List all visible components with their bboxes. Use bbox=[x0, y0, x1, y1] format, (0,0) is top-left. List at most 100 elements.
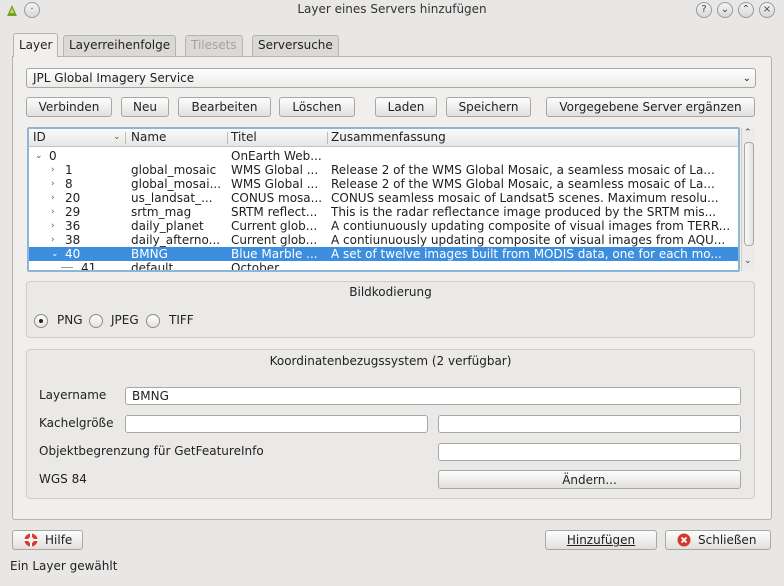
column-header-title[interactable]: Titel bbox=[229, 129, 324, 147]
cell-name: us_landsat_... bbox=[131, 191, 213, 205]
delete-button[interactable]: Löschen bbox=[279, 97, 355, 117]
cell-title: October bbox=[231, 261, 280, 272]
cell-name: srtm_mag bbox=[131, 205, 192, 219]
column-divider[interactable] bbox=[227, 132, 228, 144]
radio-tiff[interactable] bbox=[146, 314, 160, 328]
expand-closed-icon[interactable]: › bbox=[51, 219, 55, 233]
cell-id: 8 bbox=[65, 177, 73, 191]
radio-dot bbox=[39, 319, 43, 323]
new-button[interactable]: Neu bbox=[121, 97, 169, 117]
layer-tree-row[interactable]: › 29 srtm_mag SRTM reflect... This is the ra… bbox=[29, 205, 738, 219]
cell-title: WMS Global ... bbox=[231, 163, 319, 177]
featureinfo-label: Objektbegrenzung für GetFeatureInfo bbox=[39, 444, 264, 458]
layer-tree-scrollbar[interactable]: ⌃ ⌄ bbox=[741, 128, 755, 271]
column-divider[interactable] bbox=[125, 132, 126, 144]
radio-jpeg[interactable] bbox=[89, 314, 103, 328]
layer-tree[interactable]: ID ⌄ Name Titel Zusammenfassung ⌄ 0 OnEart… bbox=[27, 127, 740, 272]
cell-abstract: Release 2 of the WMS Global Mosaic, a se… bbox=[331, 163, 715, 177]
minimize-icon[interactable]: ⌄ bbox=[717, 2, 733, 18]
layername-label: Layername bbox=[39, 388, 107, 402]
column-header-abstract[interactable]: Zusammenfassung bbox=[329, 129, 729, 147]
crs-group-title: Koordinatenbezugssystem (2 verfügbar) bbox=[269, 354, 512, 368]
layer-tree-row[interactable]: ⌄ 0 OnEarth Web... bbox=[29, 149, 738, 163]
cell-name: BMNG bbox=[131, 247, 168, 261]
cell-id: 0 bbox=[49, 149, 57, 163]
cell-title: Current glob... bbox=[231, 233, 318, 247]
layername-input[interactable]: BMNG bbox=[125, 387, 741, 405]
cell-id: 29 bbox=[65, 205, 81, 219]
layer-tree-row[interactable]: › 36 daily_planet Current glob... A contiunu… bbox=[29, 219, 738, 233]
tab-layer[interactable]: Layer bbox=[13, 33, 59, 57]
expand-closed-icon[interactable]: › bbox=[51, 163, 55, 177]
tab-layer-order[interactable]: Layerreihenfolge bbox=[63, 35, 177, 56]
layer-tree-row[interactable]: › 38 daily_afterno... Current glob... A cont… bbox=[29, 233, 738, 247]
help-icon[interactable]: ? bbox=[696, 2, 712, 18]
cell-abstract: This is the radar reflectance image prod… bbox=[331, 205, 717, 219]
layer-tree-header: ID ⌄ Name Titel Zusammenfassung bbox=[29, 129, 738, 147]
expand-open-icon[interactable]: ⌄ bbox=[51, 247, 59, 261]
help-lifebuoy-icon bbox=[23, 532, 39, 548]
close-icon bbox=[677, 533, 691, 547]
expand-closed-icon[interactable]: › bbox=[51, 233, 55, 247]
layer-tree-row[interactable]: 41 default October bbox=[29, 261, 738, 272]
close-button[interactable]: Schließen bbox=[665, 530, 771, 550]
layer-tree-row[interactable]: › 20 us_landsat_... CONUS mosa... CONUS seam… bbox=[29, 191, 738, 205]
expand-open-icon[interactable]: ⌄ bbox=[35, 149, 43, 163]
save-button[interactable]: Speichern bbox=[446, 97, 531, 117]
tilesize-input-1[interactable] bbox=[125, 415, 428, 433]
radio-jpeg-label[interactable]: JPEG bbox=[111, 313, 139, 327]
load-button[interactable]: Laden bbox=[375, 97, 437, 117]
cell-abstract: A contiunuously updating composite of vi… bbox=[331, 233, 726, 247]
cell-id: 36 bbox=[65, 219, 81, 233]
change-crs-button[interactable]: Ändern... bbox=[438, 470, 741, 489]
tab-server-search[interactable]: Serversuche bbox=[252, 35, 339, 56]
tilesize-input-2[interactable] bbox=[438, 415, 741, 433]
cell-name: daily_planet bbox=[131, 219, 204, 233]
close-button-label: Schließen bbox=[698, 533, 757, 547]
layer-tree-row[interactable]: › 1 global_mosaic WMS Global ... Release 2 o… bbox=[29, 163, 738, 177]
crs-name-label: WGS 84 bbox=[39, 472, 87, 486]
cell-name: daily_afterno... bbox=[131, 233, 221, 247]
window-title: Layer eines Servers hinzufügen bbox=[297, 2, 487, 16]
cell-id: 41 bbox=[81, 261, 97, 272]
expand-closed-icon[interactable]: › bbox=[51, 177, 55, 191]
featureinfo-input[interactable] bbox=[438, 443, 741, 461]
column-header-id[interactable]: ID ⌄ bbox=[31, 129, 121, 147]
cell-title: CONUS mosa... bbox=[231, 191, 323, 205]
cell-abstract: Release 2 of the WMS Global Mosaic, a se… bbox=[331, 177, 715, 191]
cell-id: 20 bbox=[65, 191, 81, 205]
cell-id: 1 bbox=[65, 163, 73, 177]
scroll-down-icon[interactable]: ⌄ bbox=[744, 256, 752, 266]
expand-closed-icon[interactable]: › bbox=[51, 191, 55, 205]
help-button[interactable]: Hilfe bbox=[12, 530, 83, 550]
encoding-group-title: Bildkodierung bbox=[349, 285, 432, 299]
cell-id: 40 bbox=[65, 247, 81, 261]
tab-tilesets: Tilesets bbox=[185, 35, 243, 56]
close-window-icon[interactable]: × bbox=[759, 2, 775, 18]
scroll-up-icon[interactable]: ⌃ bbox=[744, 128, 752, 138]
cell-abstract: A contiunuously updating composite of vi… bbox=[331, 219, 731, 233]
layer-tree-row[interactable]: › 8 global_mosai... WMS Global ... Release 2… bbox=[29, 177, 738, 191]
tilesize-label: Kachelgröße bbox=[39, 416, 114, 430]
connect-button[interactable]: Verbinden bbox=[26, 97, 112, 117]
maximize-icon[interactable]: ⌃ bbox=[738, 2, 754, 18]
encoding-group: Bildkodierung bbox=[26, 281, 755, 338]
help-button-label: Hilfe bbox=[45, 533, 73, 547]
edit-button[interactable]: Bearbeiten bbox=[178, 97, 271, 117]
radio-png-label[interactable]: PNG bbox=[57, 313, 83, 327]
server-select-value: JPL Global Imagery Service bbox=[33, 71, 195, 85]
server-select[interactable]: JPL Global Imagery Service ⌄ bbox=[26, 68, 756, 88]
cell-title: Current glob... bbox=[231, 219, 318, 233]
column-header-name[interactable]: Name bbox=[129, 129, 224, 147]
radio-png[interactable] bbox=[34, 314, 48, 328]
cell-abstract: CONUS seamless mosaic of Landsat5 scenes… bbox=[331, 191, 719, 205]
cell-name: global_mosaic bbox=[131, 163, 217, 177]
title-bar: · Layer eines Servers hinzufügen ? ⌄ ⌃ × bbox=[0, 0, 784, 22]
column-divider[interactable] bbox=[327, 132, 328, 144]
expand-closed-icon[interactable]: › bbox=[51, 205, 55, 219]
radio-tiff-label[interactable]: TIFF bbox=[169, 313, 194, 327]
scrollbar-thumb[interactable] bbox=[744, 142, 754, 246]
add-button[interactable]: Hinzufügen bbox=[545, 530, 657, 550]
add-default-servers-button[interactable]: Vorgegebene Server ergänzen bbox=[546, 97, 755, 117]
layer-tree-row[interactable]: ⌄ 40 BMNG Blue Marble ... A set of twelve im… bbox=[29, 247, 738, 261]
